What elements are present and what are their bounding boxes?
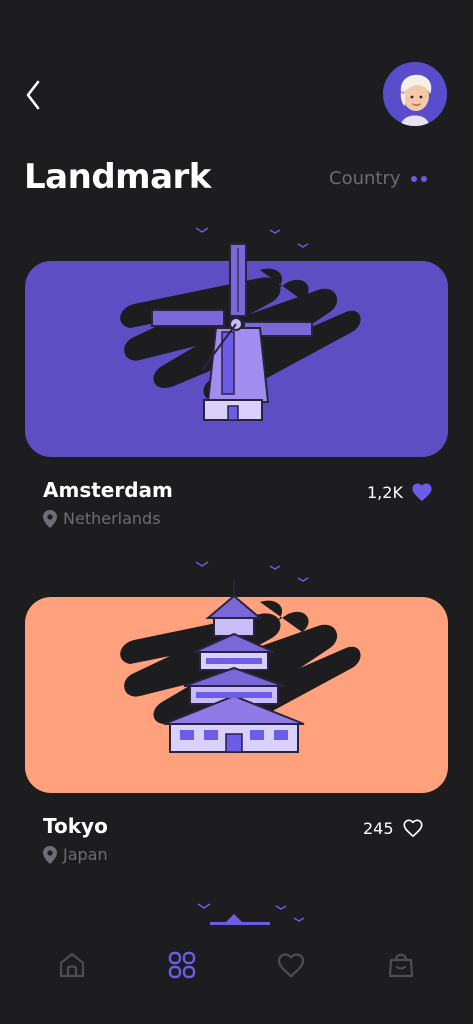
user-avatar-icon xyxy=(383,62,447,126)
country-filter[interactable]: Country xyxy=(329,168,427,189)
likes-counter: 1,2K xyxy=(367,482,433,502)
home-icon xyxy=(59,952,85,978)
more-dots-icon xyxy=(410,175,427,182)
landmark-card-amsterdam[interactable] xyxy=(25,261,448,457)
heart-filled-icon[interactable] xyxy=(411,482,433,502)
likes-count: 1,2K xyxy=(367,482,403,502)
likes-counter: 245 xyxy=(363,818,424,838)
nav-home[interactable] xyxy=(56,949,88,981)
landmark-card-tokyo[interactable] xyxy=(25,597,448,793)
card-location: Netherlands xyxy=(43,509,161,528)
location-pin-icon xyxy=(43,845,57,864)
card-location: Japan xyxy=(43,845,108,864)
filter-label: Country xyxy=(329,168,401,189)
heart-outline-icon[interactable] xyxy=(402,818,424,838)
bag-icon xyxy=(388,953,414,978)
chevron-left-icon xyxy=(26,80,40,110)
heart-icon xyxy=(277,953,305,978)
card-country: Japan xyxy=(63,845,108,864)
card-title: Tokyo xyxy=(43,814,108,838)
grid-icon xyxy=(168,951,196,979)
page-title: Landmark xyxy=(24,157,211,197)
nav-explore[interactable] xyxy=(166,949,198,981)
avatar[interactable] xyxy=(383,62,447,126)
card-title: Amsterdam xyxy=(43,478,173,502)
nav-bag[interactable] xyxy=(385,949,417,981)
nav-favorites[interactable] xyxy=(275,949,307,981)
next-card-illustration xyxy=(197,903,305,925)
likes-count: 245 xyxy=(363,818,394,838)
bottom-navigation xyxy=(0,935,473,995)
back-button[interactable] xyxy=(18,76,48,114)
location-pin-icon xyxy=(43,509,57,528)
card-country: Netherlands xyxy=(63,509,161,528)
